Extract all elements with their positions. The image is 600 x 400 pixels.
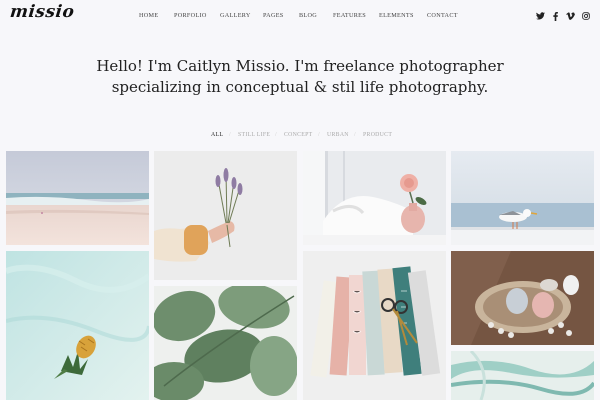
eucalyptus-leaves-photo[interactable] <box>154 286 297 400</box>
marble-pattern-photo[interactable] <box>451 351 594 400</box>
instagram-icon[interactable] <box>580 10 592 22</box>
hero-intro: Hello! I'm Caitlyn Missio. I'm freelance… <box>0 56 600 98</box>
filter-still-life[interactable]: STILL LIFE <box>238 132 270 138</box>
main-nav: HOME PORFOLIO GALLERY PAGES BLOG FEATURE… <box>0 12 600 24</box>
beach-photo[interactable] <box>6 151 149 245</box>
nav-contact[interactable]: CONTACT <box>427 12 458 19</box>
facebook-icon[interactable] <box>549 10 561 22</box>
portfolio-filter: ALL / STILL LIFE / CONCEPT / URBAN / PRO… <box>0 132 600 142</box>
twitter-icon[interactable] <box>534 10 546 22</box>
easter-eggs-photo[interactable] <box>451 251 594 345</box>
nav-features[interactable]: FEATURES <box>333 12 366 19</box>
filter-product[interactable]: PRODUCT <box>363 132 392 138</box>
nav-portfolio[interactable]: PORFOLIO <box>174 12 207 19</box>
filter-urban[interactable]: URBAN <box>327 132 349 138</box>
vimeo-icon[interactable] <box>564 10 576 22</box>
filter-separator: / <box>318 132 320 138</box>
filter-all[interactable]: ALL <box>211 132 223 138</box>
nav-blog[interactable]: BLOG <box>299 12 317 19</box>
fabric-swatches-photo[interactable] <box>303 251 446 400</box>
filter-separator: / <box>354 132 356 138</box>
seagull-photo[interactable] <box>451 151 594 245</box>
pineapple-water-photo[interactable] <box>6 251 149 400</box>
lavender-bouquet-photo[interactable] <box>154 151 297 280</box>
hero-line-2: specializing in conceptual & stil life p… <box>111 78 489 96</box>
pink-rose-vase-photo[interactable] <box>303 151 446 245</box>
nav-elements[interactable]: ELEMENTS <box>379 12 414 19</box>
filter-separator: / <box>275 132 277 138</box>
nav-gallery[interactable]: GALLERY <box>220 12 251 19</box>
hero-line-1: Hello! I'm Caitlyn Missio. I'm freelance… <box>96 57 504 75</box>
filter-concept[interactable]: CONCEPT <box>284 132 313 138</box>
nav-pages[interactable]: PAGES <box>263 12 284 19</box>
filter-separator: / <box>229 132 231 138</box>
nav-home[interactable]: HOME <box>139 12 158 19</box>
